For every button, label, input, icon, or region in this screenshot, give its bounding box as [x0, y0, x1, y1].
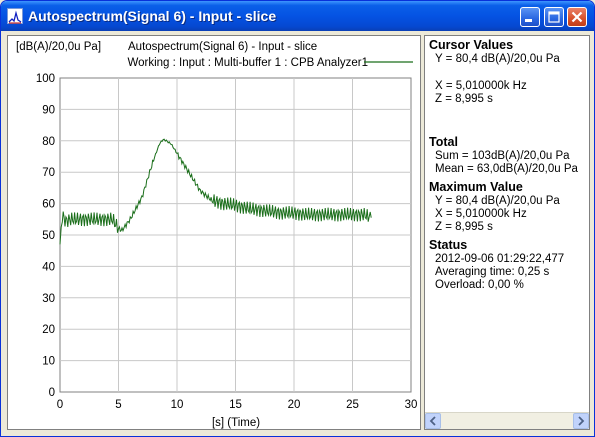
maximum-value-heading: Maximum Value [429, 180, 523, 194]
plot-panel[interactable]: [dB(A)/20,0u Pa] Autospectrum(Signal 6) … [7, 35, 421, 430]
max-y-value: Y = 80,4 dB(A)/20,0u Pa [435, 195, 560, 207]
y-tick-label: 50 [42, 230, 55, 242]
analyzer-window: Autospectrum(Signal 6) - Input - slice [… [0, 0, 595, 437]
autospectrum-chart[interactable]: [dB(A)/20,0u Pa] Autospectrum(Signal 6) … [8, 36, 420, 429]
cursor-z-value: Z = 8,995 s [435, 93, 493, 105]
status-timestamp: 2012-09-06 01:29:22,477 [435, 253, 565, 265]
x-tick-label: 0 [57, 399, 63, 411]
horizontal-scrollbar[interactable] [425, 412, 589, 429]
cursor-values-panel[interactable]: Cursor Values Y = 80,4 dB(A)/20,0u Pa X … [424, 35, 590, 430]
y-tick-label: 0 [49, 387, 55, 399]
window-client-area: [dB(A)/20,0u Pa] Autospectrum(Signal 6) … [5, 32, 590, 432]
x-tick-label: 20 [288, 399, 301, 411]
maximize-icon [548, 11, 560, 23]
cursor-values-heading: Cursor Values [429, 38, 514, 52]
y-tick-label: 60 [42, 199, 55, 211]
total-heading: Total [429, 135, 458, 149]
max-x-value: X = 5,010000k Hz [435, 208, 527, 220]
y-tick-label: 80 [42, 136, 55, 148]
spectrum-app-icon [7, 8, 23, 24]
y-tick-label: 20 [42, 324, 55, 336]
close-button[interactable] [567, 7, 587, 27]
arrow-right-icon [578, 416, 585, 426]
y-tick-label: 40 [42, 261, 55, 273]
total-mean-value: Mean = 63,0dB(A)/20,0u Pa [435, 163, 578, 175]
y-tick-label: 90 [42, 104, 55, 116]
scroll-right-button[interactable] [573, 413, 589, 429]
arrow-left-icon [429, 416, 436, 426]
minimize-icon [525, 19, 532, 22]
x-tick-label: 5 [115, 399, 121, 411]
x-tick-label: 30 [405, 399, 418, 411]
status-overload: Overload: 0,00 % [435, 279, 524, 291]
chart-header-title: Autospectrum(Signal 6) - Input - slice [128, 41, 317, 53]
y-unit-label: [dB(A)/20,0u Pa] [16, 41, 101, 53]
x-tick-label: 15 [229, 399, 242, 411]
x-tick-label: 25 [346, 399, 359, 411]
y-tick-label: 10 [42, 356, 55, 368]
cursor-y-value: Y = 80,4 dB(A)/20,0u Pa [435, 53, 560, 65]
minimize-button[interactable] [520, 7, 540, 27]
legend-label: Working : Input : Multi-buffer 1 : CPB A… [127, 57, 368, 69]
x-tick-label: 10 [171, 399, 184, 411]
status-heading: Status [429, 238, 468, 252]
x-axis-label: [s] (Time) [212, 417, 260, 429]
cursor-x-value: X = 5,010000k Hz [435, 80, 527, 92]
total-sum-value: Sum = 103dB(A)/20,0u Pa [435, 150, 570, 162]
window-title: Autospectrum(Signal 6) - Input - slice [28, 8, 277, 24]
maximize-button[interactable] [544, 7, 564, 27]
max-z-value: Z = 8,995 s [435, 221, 493, 233]
close-icon [571, 11, 583, 23]
scroll-left-button[interactable] [425, 413, 441, 429]
y-tick-label: 100 [36, 73, 55, 85]
status-averaging-time: Averaging time: 0,25 s [435, 266, 550, 278]
y-tick-label: 70 [42, 167, 55, 179]
y-tick-label: 30 [42, 293, 55, 305]
title-bar[interactable]: Autospectrum(Signal 6) - Input - slice [1, 1, 594, 31]
